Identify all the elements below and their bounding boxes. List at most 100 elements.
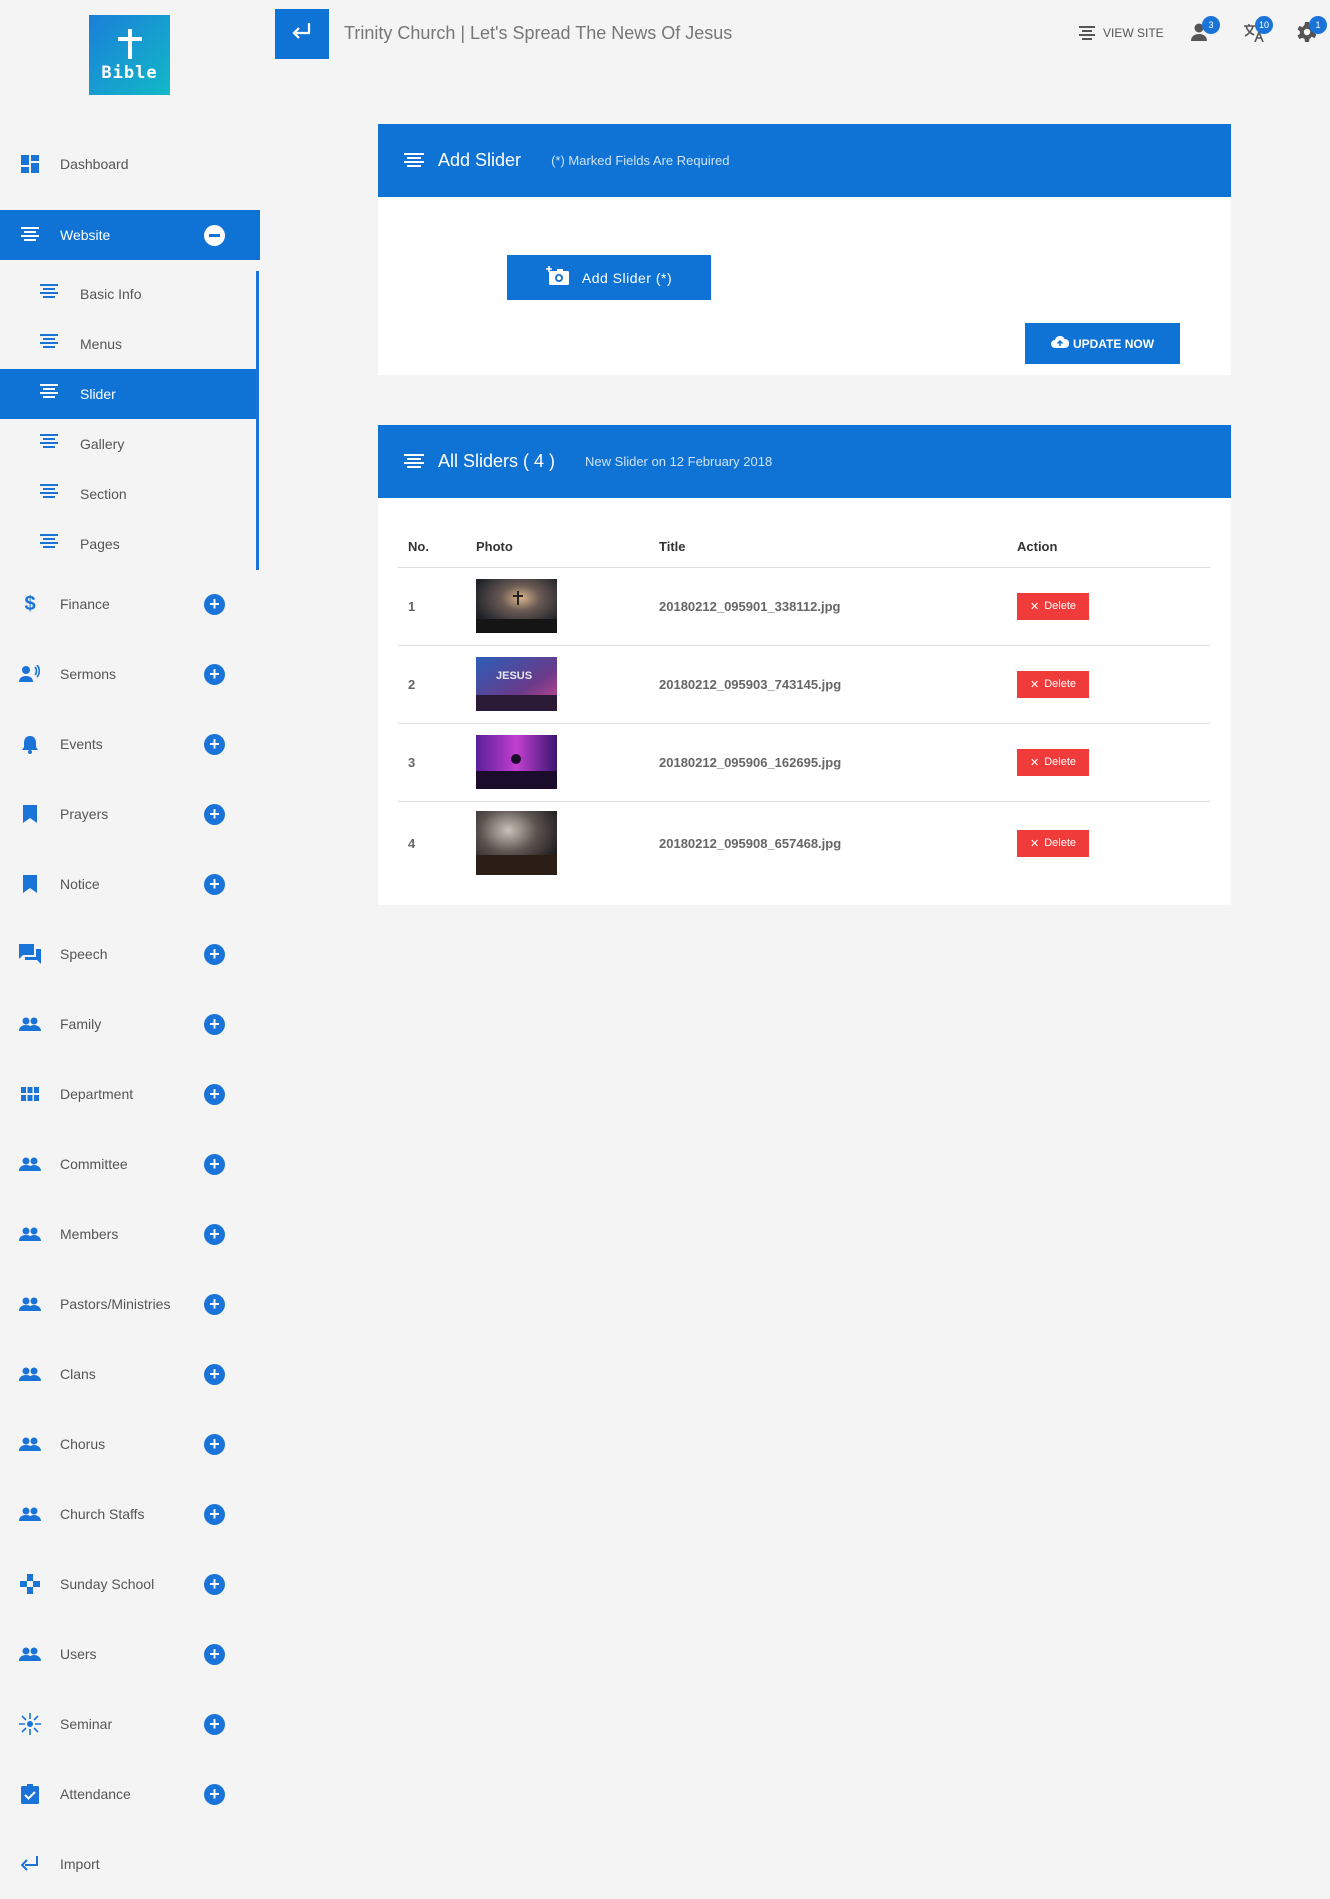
view-site-link[interactable]: VIEW SITE — [1079, 26, 1164, 40]
sidebar-item-attendance[interactable]: Attendance + — [0, 1769, 260, 1819]
submenu-item-pages[interactable]: Pages — [0, 519, 258, 569]
submenu-rail — [256, 271, 259, 570]
slider-photo[interactable] — [466, 723, 649, 802]
slider-photo[interactable] — [466, 801, 649, 885]
delete-button[interactable]: ✕ Delete — [1017, 748, 1089, 776]
sidebar-item-department[interactable]: Department + — [0, 1069, 260, 1119]
submenu-item-basic-info[interactable]: Basic Info — [0, 269, 258, 319]
sidebar-item-speech[interactable]: Speech + — [0, 929, 260, 979]
sidebar-item-label: Website — [60, 227, 111, 243]
sidebar-item-events[interactable]: Events + — [0, 719, 260, 769]
expand-plus-icon[interactable]: + — [204, 1223, 225, 1245]
slider-photo[interactable] — [466, 567, 649, 646]
expand-plus-icon[interactable]: + — [204, 593, 225, 615]
expand-plus-icon[interactable]: + — [204, 1293, 225, 1315]
add-slider-label: Add Slider (*) — [581, 269, 673, 286]
submenu-item-menus[interactable]: Menus — [0, 319, 258, 369]
expand-plus-icon[interactable]: + — [204, 1013, 225, 1035]
submenu-item-gallery[interactable]: Gallery — [0, 419, 258, 469]
sliders-table: No. Photo Title Action 1 20180212_095901… — [398, 527, 1210, 885]
delete-button[interactable]: ✕ Delete — [1017, 670, 1089, 698]
lines-icon — [40, 384, 60, 404]
sidebar-item-label: Committee — [60, 1156, 128, 1172]
sidebar-item-clans[interactable]: Clans + — [0, 1349, 260, 1399]
cloud-upload-icon — [1050, 335, 1070, 351]
group-icon — [19, 1153, 41, 1175]
expand-plus-icon[interactable]: + — [204, 663, 225, 685]
submenu-item-label: Basic Info — [80, 286, 142, 302]
sidebar-item-chorus[interactable]: Chorus + — [0, 1419, 260, 1469]
expand-plus-icon[interactable]: + — [204, 1643, 225, 1665]
notification-badge: 3 — [1202, 16, 1220, 34]
group-icon — [19, 1433, 41, 1455]
update-now-label: UPDATE NOW — [1072, 336, 1155, 351]
expand-plus-icon[interactable]: + — [204, 1363, 225, 1385]
sidebar-item-church-staffs[interactable]: Church Staffs + — [0, 1489, 260, 1539]
submenu-item-label: Pages — [80, 536, 120, 552]
lines-icon — [40, 284, 60, 304]
sidebar-item-users[interactable]: Users + — [0, 1629, 260, 1679]
lines-icon — [40, 484, 60, 504]
panel-title: All Sliders ( 4 ) — [438, 451, 556, 471]
expand-plus-icon[interactable]: + — [204, 733, 225, 755]
sidebar-item-label: Attendance — [60, 1786, 131, 1802]
delete-button[interactable]: ✕ Delete — [1017, 592, 1089, 620]
collapse-icon[interactable] — [204, 224, 225, 246]
submenu-item-label: Slider — [80, 386, 116, 402]
submenu-item-slider[interactable]: Slider — [0, 369, 258, 419]
update-now-button[interactable]: UPDATE NOW — [1025, 323, 1180, 364]
column-header: No. — [398, 527, 466, 568]
enter-arrow-icon — [292, 22, 312, 46]
sidebar-item-label: Pastors/Ministries — [60, 1296, 171, 1312]
lines-icon — [404, 453, 424, 470]
expand-plus-icon[interactable]: + — [204, 1433, 225, 1455]
slider-title: 20180212_095908_657468.jpg — [659, 835, 842, 851]
sidebar-toggle-button[interactable] — [275, 9, 329, 59]
expand-plus-icon[interactable]: + — [204, 943, 225, 965]
lines-icon — [1079, 26, 1095, 40]
expand-plus-icon[interactable]: + — [204, 1153, 225, 1175]
sidebar-item-members[interactable]: Members + — [0, 1209, 260, 1259]
add-slider-panel: Add Slider (*) Marked Fields Are Require… — [378, 124, 1231, 375]
expand-plus-icon[interactable]: + — [204, 1573, 225, 1595]
add-slider-button[interactable]: Add Slider (*) — [507, 255, 711, 300]
delete-button[interactable]: ✕ Delete — [1017, 829, 1089, 857]
slider-photo[interactable]: JESUS — [466, 645, 649, 724]
sidebar-item-sunday-school[interactable]: Sunday School + — [0, 1559, 260, 1609]
expand-plus-icon[interactable]: + — [204, 803, 225, 825]
sidebar-item-pastors-ministries[interactable]: Pastors/Ministries + — [0, 1279, 260, 1329]
sidebar-item-sermons[interactable]: Sermons + — [0, 649, 260, 699]
row-number: 4 — [408, 835, 416, 851]
submenu-item-label: Section — [80, 486, 127, 502]
sidebar-item-notice[interactable]: Notice + — [0, 859, 260, 909]
close-icon: ✕ — [1029, 837, 1040, 850]
sidebar-item-prayers[interactable]: Prayers + — [0, 789, 260, 839]
sidebar-item-website[interactable]: Website — [0, 210, 260, 260]
expand-plus-icon[interactable]: + — [204, 1783, 225, 1805]
expand-plus-icon[interactable]: + — [204, 1083, 225, 1105]
sidebar-item-finance[interactable]: $ Finance + — [0, 579, 260, 629]
sidebar-item-seminar[interactable]: Seminar + — [0, 1699, 260, 1749]
row-number: 2 — [398, 645, 466, 724]
sidebar-item-label: Dashboard — [60, 156, 129, 172]
close-icon: ✕ — [1029, 600, 1040, 613]
sidebar-item-family[interactable]: Family + — [0, 999, 260, 1049]
sidebar-item-label: Clans — [60, 1366, 96, 1382]
table-row: 4 20180212_095908_657468.jpg ✕ Delete — [398, 801, 1210, 885]
sidebar-item-label: Notice — [60, 876, 100, 892]
settings-button[interactable]: 1 — [1297, 16, 1327, 46]
translate-button[interactable]: 10 — [1243, 16, 1273, 46]
delete-label: Delete — [1044, 678, 1076, 690]
slider-thumbnail — [476, 811, 557, 876]
expand-plus-icon[interactable]: + — [204, 1503, 225, 1525]
sidebar-item-import[interactable]: Import — [0, 1839, 260, 1889]
expand-plus-icon[interactable]: + — [204, 1713, 225, 1735]
submenu-item-section[interactable]: Section — [0, 469, 258, 519]
expand-plus-icon[interactable]: + — [204, 873, 225, 895]
slider-title: 20180212_095903_743145.jpg — [649, 645, 1007, 724]
bookmark-icon — [19, 803, 41, 825]
sidebar-item-dashboard[interactable]: Dashboard — [0, 139, 260, 189]
sidebar-item-committee[interactable]: Committee + — [0, 1139, 260, 1189]
bible-logo[interactable]: Bible — [89, 15, 170, 95]
users-notification-button[interactable]: 3 — [1190, 16, 1220, 46]
